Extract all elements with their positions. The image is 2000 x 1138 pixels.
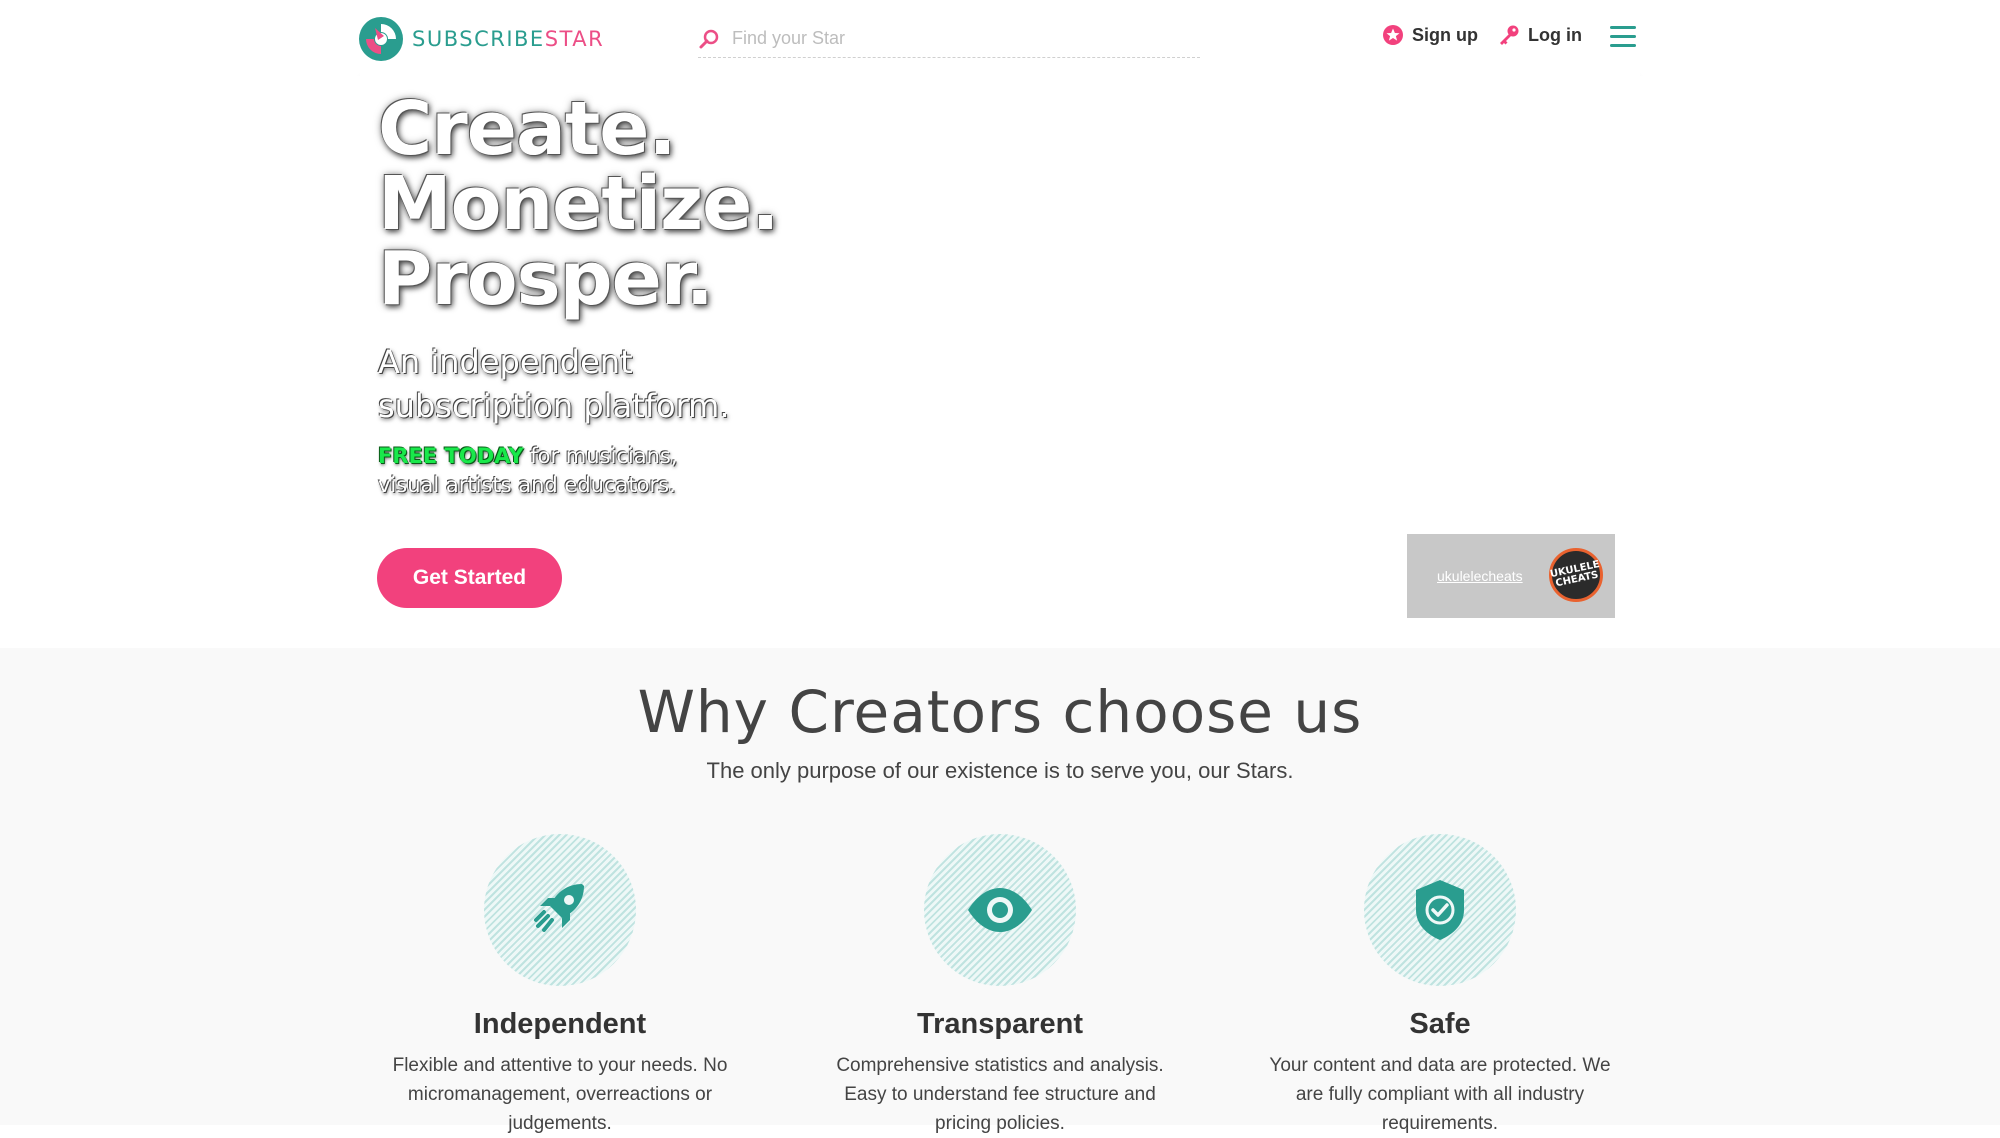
site-header: SUBSCRIBESTAR Sign up Log in — [0, 0, 2000, 76]
logo[interactable]: SUBSCRIBESTAR — [358, 16, 604, 62]
hero-subtitle: An independent subscription platform. — [378, 343, 730, 425]
login-label: Log in — [1528, 24, 1582, 45]
section-title: Why Creators choose us — [637, 678, 1363, 746]
hero-title-line: Create. — [378, 86, 677, 172]
feature-title: Safe — [1409, 1008, 1471, 1040]
why-creators-section: Why Creators choose us The only purpose … — [0, 648, 2000, 1134]
get-started-button[interactable]: Get Started — [377, 548, 562, 608]
hero-section: Create. Monetize. Prosper. An independen… — [0, 76, 2000, 648]
hero-title: Create. Monetize. Prosper. — [378, 86, 779, 322]
hero-title-line: Prosper. — [378, 236, 714, 322]
rocket-icon — [534, 884, 584, 932]
shield-check-icon — [1416, 880, 1464, 940]
featured-creator-badge: ukulelecheats UKULELE CHEATS — [1407, 534, 1615, 618]
free-today-highlight: FREE TODAY — [378, 444, 524, 468]
feature-safe: Safe Your content and data are protected… — [1260, 834, 1620, 1138]
feature-icon-circle — [484, 834, 636, 986]
signup-label: Sign up — [1412, 24, 1478, 45]
hero-free-text: FREE TODAY for musicians, visual artists… — [378, 442, 718, 500]
feature-icon-circle — [1364, 834, 1516, 986]
logo-text: SUBSCRIBESTAR — [412, 27, 605, 51]
section-subtitle: The only purpose of our existence is to … — [706, 758, 1294, 783]
feature-title: Independent — [473, 1008, 647, 1040]
menu-icon[interactable] — [1610, 26, 1636, 48]
signup-link[interactable]: Sign up — [1382, 24, 1478, 46]
eye-icon — [968, 888, 1032, 932]
star-icon — [1383, 25, 1403, 45]
login-link[interactable]: Log in — [1498, 24, 1582, 46]
subscribestar-logo-icon — [359, 17, 403, 61]
feature-title: Transparent — [917, 1008, 1083, 1040]
search-icon — [699, 29, 719, 48]
hero-title-line: Monetize. — [378, 161, 779, 247]
feature-transparent: Transparent Comprehensive statistics and… — [820, 834, 1180, 1138]
creator-avatar-text: UKULELE CHEATS — [1549, 559, 1601, 590]
key-icon — [1500, 25, 1519, 45]
feature-independent: Independent Flexible and attentive to yo… — [380, 834, 740, 1138]
creator-avatar[interactable]: UKULELE CHEATS — [1549, 548, 1603, 602]
feature-icon-circle — [924, 834, 1076, 986]
search-bar — [698, 20, 1200, 58]
search-input[interactable] — [732, 28, 1152, 49]
featured-creator-link[interactable]: ukulelecheats — [1437, 568, 1523, 584]
